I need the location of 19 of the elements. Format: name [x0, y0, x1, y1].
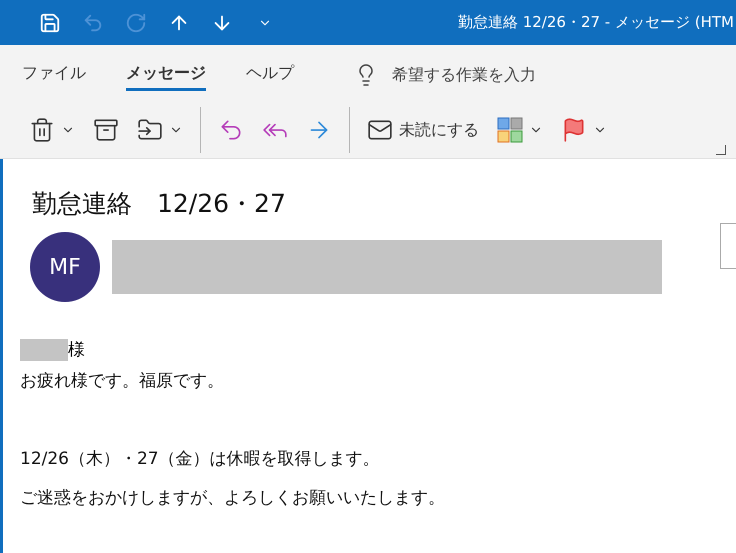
- unread-button[interactable]: 未読にする: [358, 110, 488, 150]
- dialog-launcher-icon[interactable]: [716, 145, 726, 155]
- save-icon: [38, 12, 60, 34]
- archive-icon: [93, 117, 119, 143]
- body-text: 12/26（木）・27（金）は休暇を取得します。: [20, 448, 380, 470]
- color-grid-icon: [497, 117, 523, 143]
- tell-me-field[interactable]: 希望する作業を入力: [354, 63, 536, 87]
- sender-avatar: MF: [30, 232, 100, 302]
- ribbon-tab[interactable]: ヘルプ: [246, 59, 294, 91]
- undo-icon: [82, 12, 104, 34]
- greeting-text: 様: [68, 339, 85, 361]
- message-subject: 勤怠連絡 12/26・27: [31, 188, 287, 220]
- redo-icon: [124, 12, 146, 34]
- window-title: 勤怠連絡 12/26・27 - メッセージ (HTM: [458, 13, 735, 32]
- body-text: ご迷惑をおかけしますが、よろしくお願いいたします。: [20, 487, 445, 509]
- ribbon-tab[interactable]: メッセージ: [126, 59, 206, 91]
- body-text: お疲れ様です。福原です。: [20, 370, 224, 392]
- delete-icon: [29, 117, 55, 143]
- ribbon-tab[interactable]: ファイル: [22, 59, 86, 91]
